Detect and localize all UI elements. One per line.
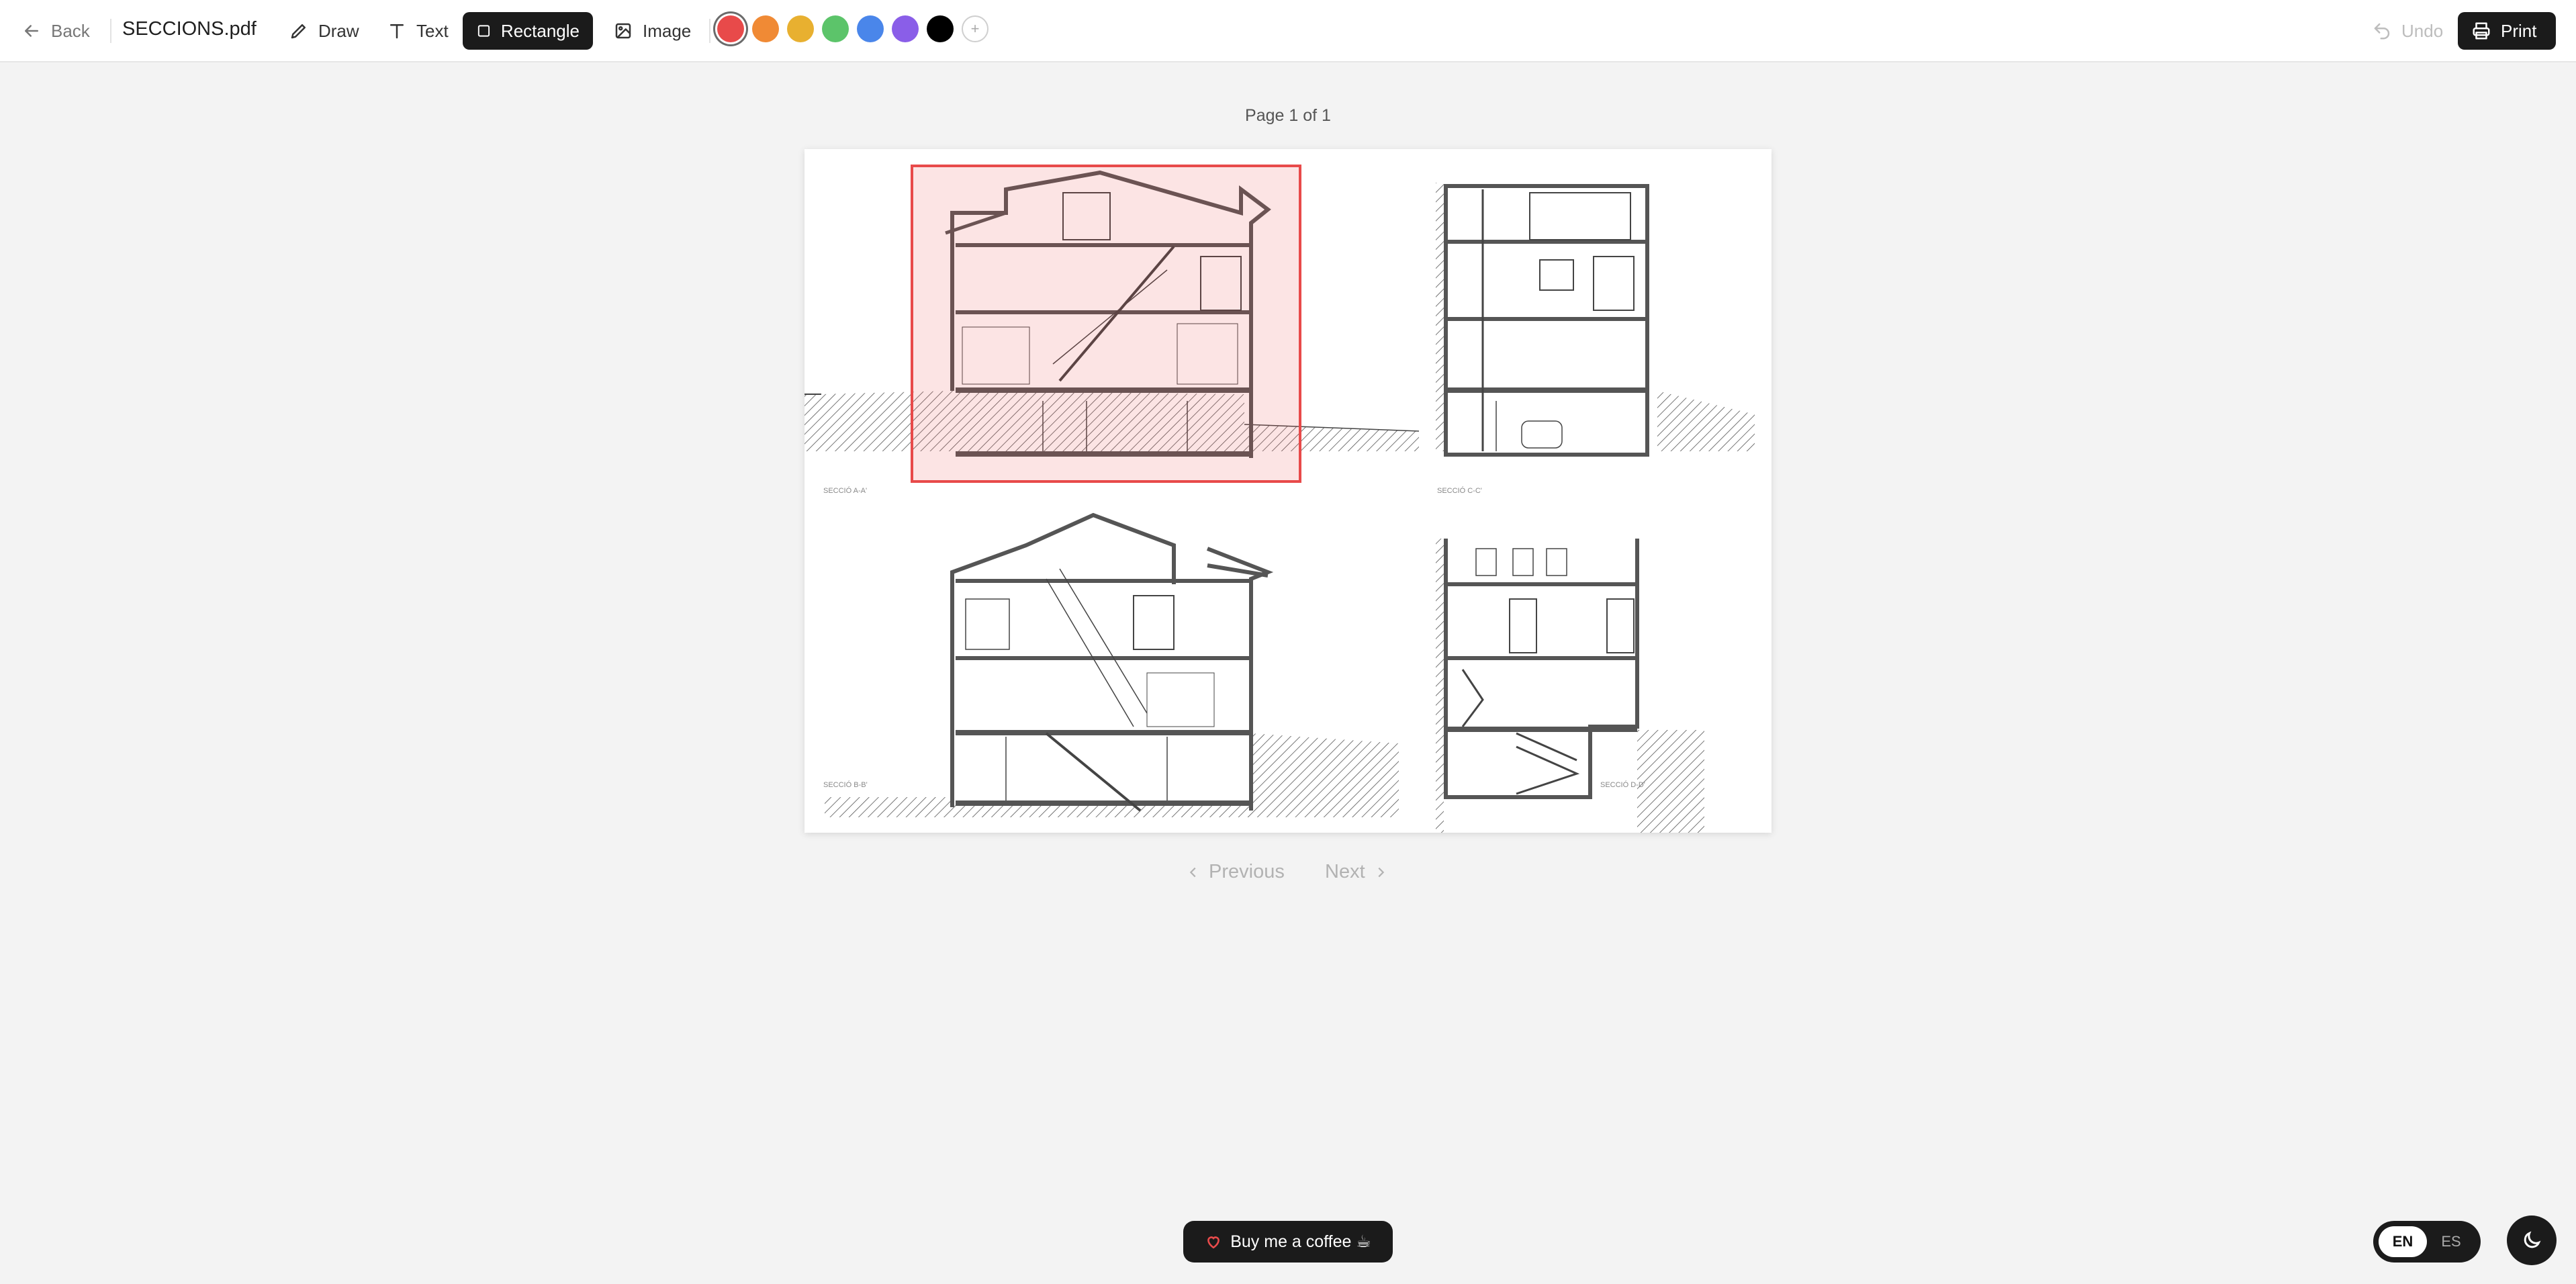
file-name: SECCIONS.pdf: [122, 18, 257, 40]
draw-tool-label: Draw: [318, 20, 359, 41]
divider: [110, 19, 111, 43]
section-b-label: SECCIÓ B-B': [823, 780, 868, 789]
divider: [709, 19, 710, 43]
next-label: Next: [1325, 861, 1365, 882]
page-counter: Page 1 of 1: [1245, 106, 1331, 125]
heart-icon: [1207, 1236, 1220, 1249]
text-tool-label: Text: [416, 20, 449, 41]
section-c-label: SECCIÓ C-C': [1437, 486, 1482, 495]
color-palette: +: [717, 15, 988, 42]
print-button[interactable]: Print: [2458, 12, 2556, 50]
toolbar: Back SECCIONS.pdf Draw Text Rectangle Im…: [0, 0, 2576, 62]
color-swatch-1[interactable]: [717, 15, 744, 42]
pdf-page-canvas[interactable]: SECCIÓ A-A' SECCIÓ C-C' SECCIÓ B-B' SECC…: [804, 149, 1772, 833]
color-swatch-6[interactable]: [892, 15, 919, 42]
undo-label: Undo: [2401, 20, 2444, 41]
architectural-sections-drawing: SECCIÓ A-A' SECCIÓ C-C' SECCIÓ B-B' SECC…: [804, 165, 1755, 833]
previous-label: Previous: [1209, 861, 1285, 882]
add-color-button[interactable]: +: [962, 15, 988, 42]
chevron-left-icon: [1189, 867, 1196, 877]
chevron-right-icon: [1378, 867, 1384, 877]
language-es-option[interactable]: ES: [2427, 1226, 2475, 1257]
section-a-label: SECCIÓ A-A': [823, 486, 867, 495]
section-c-drawing: SECCIÓ C-C': [1436, 183, 1755, 495]
section-d-label: SECCIÓ D-D': [1600, 780, 1645, 789]
text-tool-button[interactable]: Text: [373, 12, 462, 50]
image-icon: [615, 23, 631, 39]
undo-icon: [2374, 23, 2390, 40]
section-d-drawing: SECCIÓ D-D': [1436, 539, 1704, 833]
printer-icon: [2473, 22, 2490, 40]
section-b-drawing: SECCIÓ B-B': [823, 512, 1399, 817]
image-tool-button[interactable]: Image: [600, 12, 704, 50]
rectangle-tool-button[interactable]: Rectangle: [463, 12, 593, 50]
color-swatch-5[interactable]: [857, 15, 884, 42]
print-label: Print: [2501, 20, 2537, 41]
undo-button[interactable]: Undo: [2358, 12, 2456, 50]
draw-tool-button[interactable]: Draw: [275, 12, 373, 50]
language-en-option[interactable]: EN: [2379, 1226, 2427, 1257]
language-switch: EN ES: [2373, 1221, 2481, 1263]
back-button[interactable]: Back: [8, 12, 103, 50]
coffee-label: Buy me a coffee ☕: [1230, 1232, 1371, 1251]
color-swatch-3[interactable]: [787, 15, 814, 42]
color-swatch-4[interactable]: [822, 15, 849, 42]
image-tool-label: Image: [643, 20, 692, 41]
color-swatch-2[interactable]: [752, 15, 779, 42]
rectangle-annotation[interactable]: [911, 165, 1301, 483]
arrow-left-icon: [25, 25, 38, 37]
previous-page-button[interactable]: Previous: [1186, 861, 1285, 883]
pencil-icon: [291, 24, 306, 39]
color-swatch-7[interactable]: [927, 15, 954, 42]
back-label: Back: [51, 20, 90, 41]
rectangle-tool-label: Rectangle: [500, 20, 580, 41]
square-icon: [477, 25, 490, 37]
next-page-button[interactable]: Next: [1325, 861, 1388, 883]
theme-toggle-button[interactable]: [2507, 1216, 2557, 1265]
moon-icon: [2524, 1231, 2541, 1248]
text-icon: [390, 24, 404, 39]
buy-me-a-coffee-button[interactable]: Buy me a coffee ☕: [1183, 1221, 1393, 1263]
